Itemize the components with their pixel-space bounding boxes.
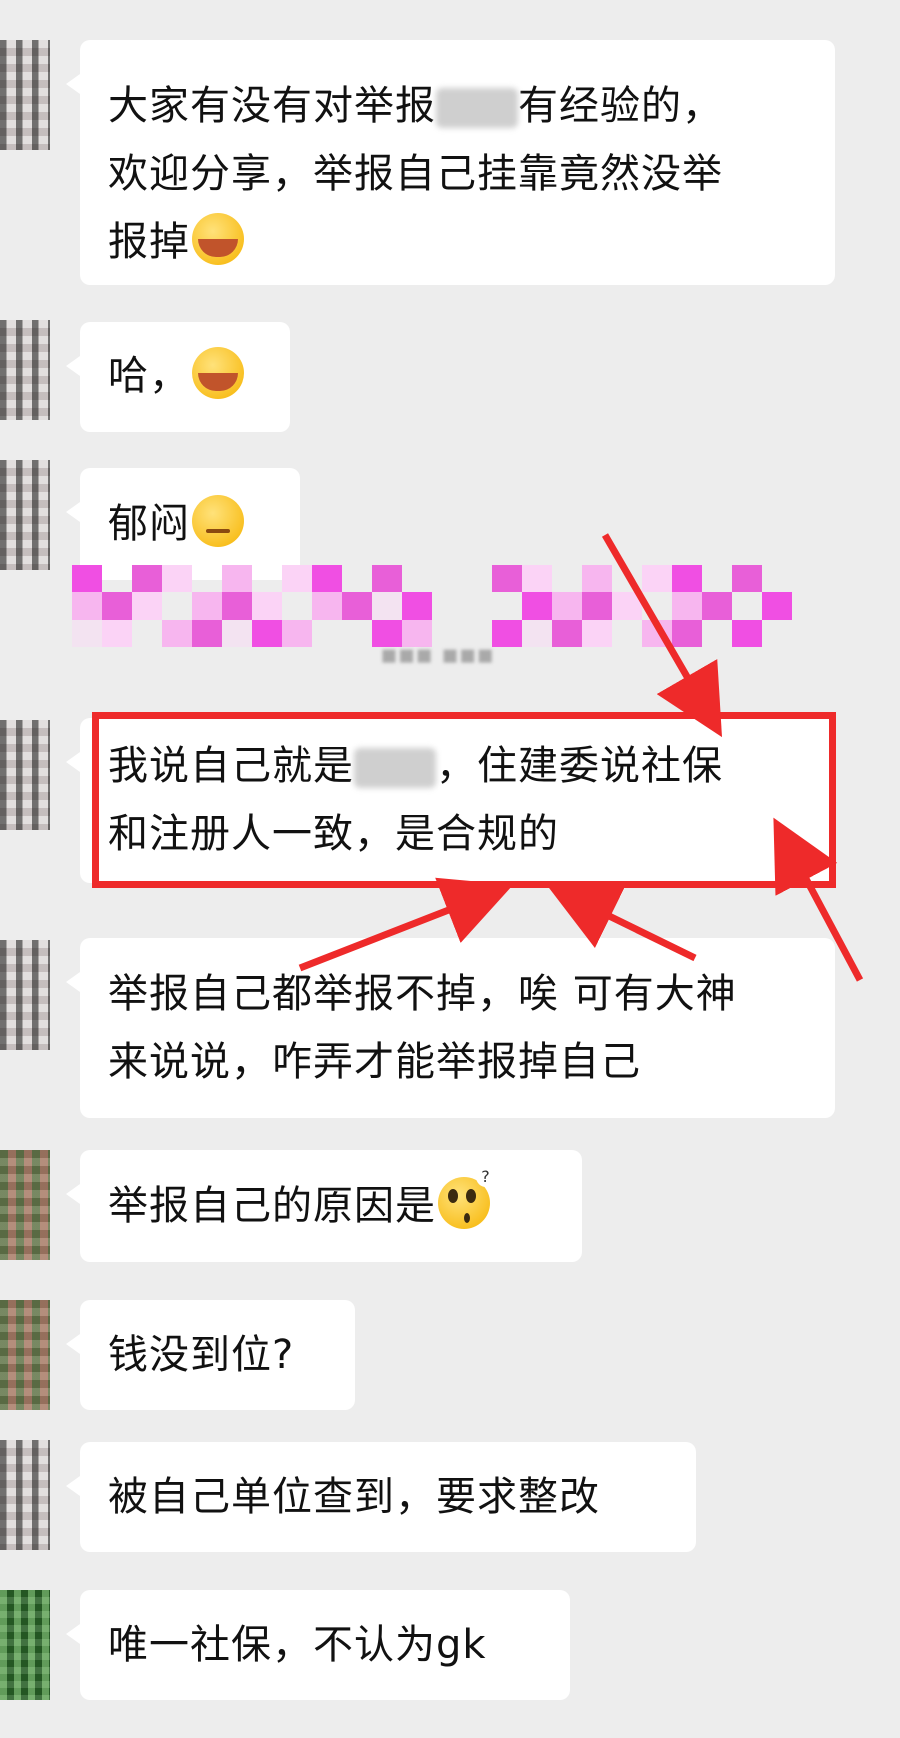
annotation-arrow bbox=[298, 877, 514, 972]
annotation-arrow bbox=[547, 885, 697, 962]
annotation-arrow bbox=[601, 533, 723, 738]
annotation-arrow bbox=[773, 817, 864, 982]
annotation-arrows bbox=[298, 533, 864, 982]
